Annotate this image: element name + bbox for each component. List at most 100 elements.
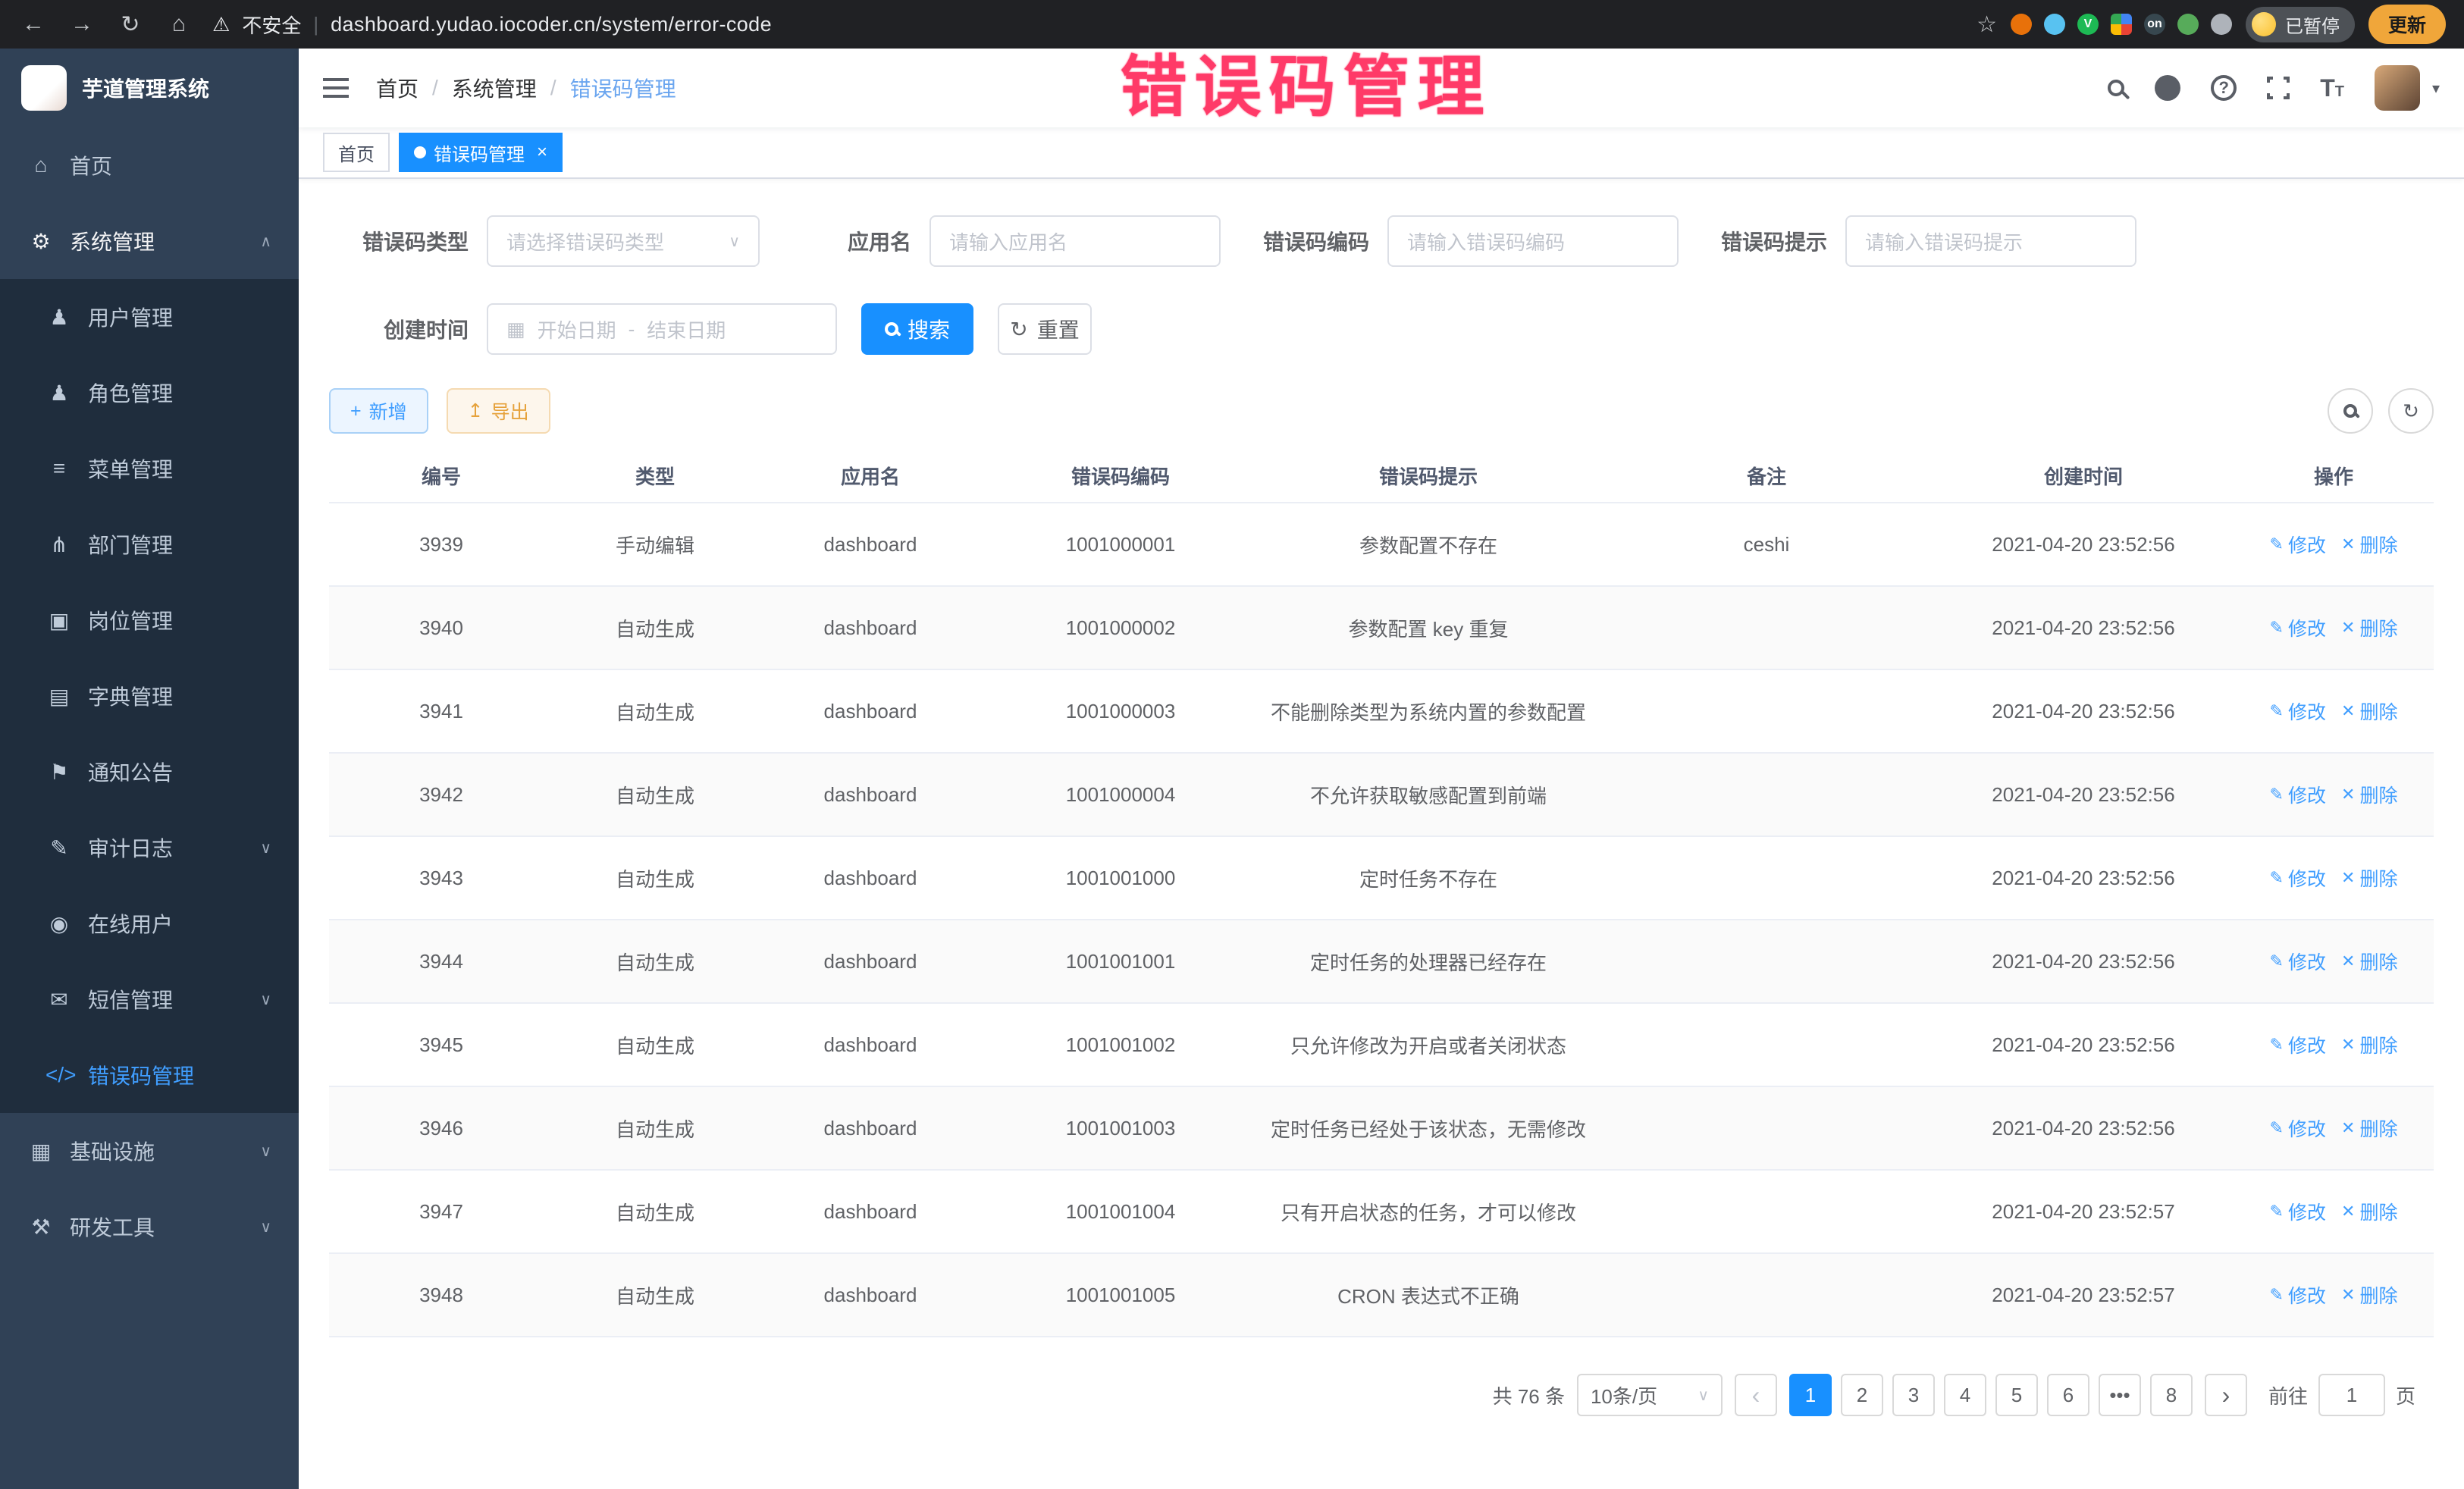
extension-green-check-icon[interactable]: V [2077, 14, 2099, 35]
extension-puzzle-icon[interactable] [2211, 14, 2232, 35]
column-header[interactable]: 创建时间 [1933, 456, 2234, 496]
edit-link[interactable]: ✎修改 [2270, 1114, 2326, 1142]
export-button[interactable]: ↥ 导出 [447, 388, 550, 434]
extension-blue-icon[interactable] [2044, 14, 2065, 35]
sidebar-item[interactable]: </>错误码管理 [0, 1037, 299, 1113]
page-button[interactable]: 8 [2150, 1374, 2193, 1416]
refresh-button[interactable]: ↻ [2388, 388, 2434, 434]
edit-link[interactable]: ✎修改 [2270, 697, 2326, 725]
breadcrumb-item[interactable]: 首页 [376, 73, 419, 103]
page-button[interactable]: 3 [1892, 1374, 1935, 1416]
delete-link[interactable]: ✕删除 [2341, 614, 2397, 641]
address-bar[interactable]: ⚠ 不安全 | dashboard.yudao.iocoder.cn/syste… [212, 11, 772, 39]
page-button[interactable]: 1 [1789, 1374, 1832, 1416]
table-row[interactable]: 3941自动生成dashboard1001000003不能删除类型为系统内置的参… [329, 670, 2434, 754]
chrome-update-button[interactable]: 更新 [2368, 5, 2446, 44]
sidebar-item[interactable]: ▤字典管理 [0, 658, 299, 734]
sidebar-item[interactable]: ✉短信管理∨ [0, 961, 299, 1037]
tag-item[interactable]: 错误码管理× [399, 133, 563, 172]
fullscreen-icon[interactable] [2267, 77, 2290, 99]
toggle-search-button[interactable] [2328, 388, 2373, 434]
page-button[interactable]: 4 [1944, 1374, 1986, 1416]
sidebar-item[interactable]: ≡菜单管理 [0, 431, 299, 506]
page-size-select[interactable]: 10条/页 ∨ [1577, 1374, 1723, 1416]
edit-link[interactable]: ✎修改 [2270, 948, 2326, 975]
delete-link[interactable]: ✕删除 [2341, 1031, 2397, 1058]
reload-icon[interactable]: ↻ [115, 11, 146, 38]
delete-link[interactable]: ✕删除 [2341, 1114, 2397, 1142]
column-header[interactable]: 编号 [329, 456, 553, 496]
sidebar-item[interactable]: ⌂首页 [0, 127, 299, 203]
table-row[interactable]: 3946自动生成dashboard1001001003定时任务已经处于该状态，无… [329, 1087, 2434, 1171]
column-header[interactable]: 错误码提示 [1257, 456, 1600, 496]
table-row[interactable]: 3944自动生成dashboard1001001001定时任务的处理器已经存在2… [329, 920, 2434, 1004]
error-type-select[interactable]: 请选择错误码类型 ∨ [487, 215, 760, 267]
table-row[interactable]: 3948自动生成dashboard1001001005CRON 表达式不正确20… [329, 1254, 2434, 1337]
search-button[interactable]: 搜索 [861, 303, 973, 355]
tab-close-icon[interactable]: × [537, 142, 547, 163]
page-button[interactable]: 5 [1995, 1374, 2038, 1416]
delete-link[interactable]: ✕删除 [2341, 697, 2397, 725]
delete-link[interactable]: ✕删除 [2341, 948, 2397, 975]
search-icon[interactable] [2108, 80, 2124, 96]
column-header[interactable]: 应用名 [757, 456, 984, 496]
sidebar-item[interactable]: ⋔部门管理 [0, 506, 299, 582]
home-icon[interactable]: ⌂ [164, 11, 194, 37]
add-button[interactable]: + 新增 [329, 388, 428, 434]
create-time-range-picker[interactable]: ▦ 开始日期 - 结束日期 [487, 303, 837, 355]
sidebar-item[interactable]: ◉在线用户 [0, 886, 299, 961]
delete-link[interactable]: ✕删除 [2341, 781, 2397, 808]
sidebar-item[interactable]: ♟角色管理 [0, 355, 299, 431]
font-size-icon[interactable] [2320, 74, 2344, 102]
delete-link[interactable]: ✕删除 [2341, 864, 2397, 892]
table-row[interactable]: 3947自动生成dashboard1001001004只有开启状态的任务，才可以… [329, 1171, 2434, 1254]
sidebar-item[interactable]: ⚙系统管理∧ [0, 203, 299, 279]
table-row[interactable]: 3940自动生成dashboard1001000002参数配置 key 重复20… [329, 587, 2434, 670]
user-avatar[interactable] [2375, 65, 2420, 111]
sidebar-item[interactable]: ⚑通知公告 [0, 734, 299, 810]
extension-dark-on-icon[interactable]: on [2144, 14, 2165, 35]
sidebar-item[interactable]: ▦基础设施∨ [0, 1113, 299, 1189]
delete-link[interactable]: ✕删除 [2341, 1281, 2397, 1309]
reset-button[interactable]: ↻ 重置 [998, 303, 1092, 355]
delete-link[interactable]: ✕删除 [2341, 531, 2397, 558]
edit-link[interactable]: ✎修改 [2270, 864, 2326, 892]
extension-grid-icon[interactable] [2111, 14, 2132, 35]
error-code-input[interactable]: 请输入错误码编码 [1387, 215, 1679, 267]
bookmark-star-icon[interactable]: ☆ [1977, 11, 1997, 38]
sidebar-toggle-icon[interactable] [323, 78, 349, 98]
extension-orange-icon[interactable] [2011, 14, 2032, 35]
profile-paused-badge[interactable]: 已暂停 [2246, 7, 2355, 42]
table-row[interactable]: 3943自动生成dashboard1001001000定时任务不存在2021-0… [329, 837, 2434, 920]
edit-link[interactable]: ✎修改 [2270, 781, 2326, 808]
sidebar-item[interactable]: ♟用户管理 [0, 279, 299, 355]
tag-item[interactable]: 首页 [323, 133, 390, 172]
page-button[interactable]: 2 [1841, 1374, 1883, 1416]
edit-link[interactable]: ✎修改 [2270, 531, 2326, 558]
goto-page-input[interactable]: 1 [2318, 1374, 2385, 1416]
back-icon[interactable]: ← [18, 11, 49, 37]
chevron-down-icon[interactable]: ▾ [2432, 79, 2440, 98]
next-page-button[interactable]: › [2205, 1374, 2247, 1416]
column-header[interactable]: 操作 [2234, 456, 2434, 496]
sidebar-item[interactable]: ✎审计日志∨ [0, 810, 299, 886]
edit-link[interactable]: ✎修改 [2270, 1281, 2326, 1309]
column-header[interactable]: 备注 [1600, 456, 1933, 496]
edit-link[interactable]: ✎修改 [2270, 1031, 2326, 1058]
table-row[interactable]: 3945自动生成dashboard1001001002只允许修改为开启或者关闭状… [329, 1004, 2434, 1087]
delete-link[interactable]: ✕删除 [2341, 1198, 2397, 1225]
sidebar-item[interactable]: ⚒研发工具∨ [0, 1189, 299, 1265]
breadcrumb-item[interactable]: 系统管理 [452, 73, 537, 103]
page-ellipsis[interactable]: ••• [2099, 1374, 2141, 1416]
forward-icon[interactable]: → [67, 11, 97, 37]
column-header[interactable]: 错误码编码 [984, 456, 1257, 496]
table-row[interactable]: 3942自动生成dashboard1001000004不允许获取敏感配置到前端2… [329, 754, 2434, 837]
page-button[interactable]: 6 [2047, 1374, 2089, 1416]
table-row[interactable]: 3939手动编辑dashboard1001000001参数配置不存在ceshi2… [329, 503, 2434, 587]
help-icon[interactable] [2211, 75, 2237, 101]
app-logo[interactable]: 芋道管理系统 [0, 49, 299, 127]
column-header[interactable]: 类型 [553, 456, 757, 496]
edit-link[interactable]: ✎修改 [2270, 614, 2326, 641]
app-name-input[interactable]: 请输入应用名 [929, 215, 1221, 267]
extension-leaf-icon[interactable] [2177, 14, 2199, 35]
